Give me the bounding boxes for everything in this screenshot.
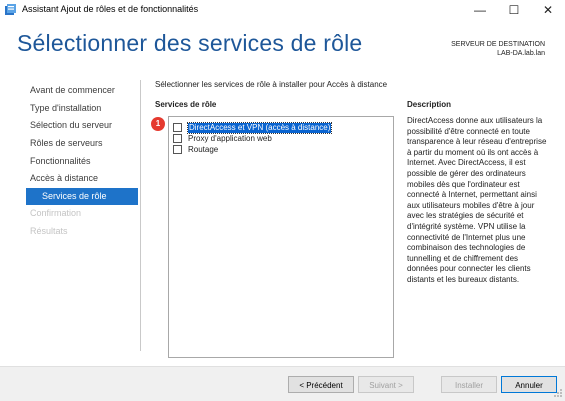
previous-button[interactable]: < Précédent xyxy=(288,376,354,393)
directaccess-checkbox[interactable] xyxy=(173,123,182,132)
services-heading: Services de rôle xyxy=(155,100,217,109)
intro-text: Sélectionner les services de rôle à inst… xyxy=(155,80,388,89)
list-item-directaccess-vpn[interactable]: DirectAccess et VPN (accès à distance) xyxy=(173,121,333,134)
nav-item-fonctionnalites[interactable]: Fonctionnalités xyxy=(26,153,138,171)
nav-item-avant-de-commencer[interactable]: Avant de commencer xyxy=(26,82,138,100)
routage-checkbox[interactable] xyxy=(173,145,182,154)
list-item-routage[interactable]: Routage xyxy=(173,144,218,155)
nav-item-services-de-role[interactable]: Services de rôle xyxy=(26,188,138,206)
nav-item-type-installation[interactable]: Type d'installation xyxy=(26,100,138,118)
page-title: Sélectionner des services de rôle xyxy=(17,30,363,56)
nav-item-resultats: Résultats xyxy=(30,225,68,236)
destination-server-info: SERVEUR DE DESTINATION LAB-DA.lab.lan xyxy=(451,40,545,58)
destination-server: LAB-DA.lab.lan xyxy=(497,50,545,57)
cancel-button[interactable]: Annuler xyxy=(501,376,557,393)
nav-item-selection-serveur[interactable]: Sélection du serveur xyxy=(26,117,138,135)
routage-label[interactable]: Routage xyxy=(188,145,218,155)
close-button[interactable]: ✕ xyxy=(531,0,565,20)
server-manager-icon xyxy=(5,4,16,15)
nav-divider xyxy=(140,80,141,351)
role-services-list[interactable]: DirectAccess et VPN (accès à distance) P… xyxy=(168,116,394,358)
nav-item-acces-distance[interactable]: Accès à distance xyxy=(26,170,138,188)
nav-item-confirmation: Confirmation xyxy=(30,208,82,219)
directaccess-label[interactable]: DirectAccess et VPN (accès à distance) xyxy=(186,121,333,134)
description-heading: Description xyxy=(407,100,452,109)
resize-grip-icon[interactable] xyxy=(553,388,563,398)
proxy-web-label[interactable]: Proxy d'application web xyxy=(188,134,272,144)
install-button: Installer xyxy=(441,376,497,393)
maximize-button[interactable]: ☐ xyxy=(497,0,531,20)
next-button: Suivant > xyxy=(358,376,414,393)
proxy-web-checkbox[interactable] xyxy=(173,134,182,143)
nav-item-roles-serveurs[interactable]: Rôles de serveurs xyxy=(26,135,138,153)
callout-badge: 1 xyxy=(151,117,165,131)
destination-label: SERVEUR DE DESTINATION xyxy=(451,41,545,48)
minimize-button[interactable]: — xyxy=(463,0,497,20)
description-text: DirectAccess donne aux utilisateurs la p… xyxy=(407,116,547,284)
window-title: Assistant Ajout de rôles et de fonctionn… xyxy=(22,4,199,14)
wizard-nav: Avant de commencer Type d'installation S… xyxy=(26,82,138,241)
title-bar: Assistant Ajout de rôles et de fonctionn… xyxy=(0,0,565,20)
list-item-proxy-web[interactable]: Proxy d'application web xyxy=(173,133,272,144)
